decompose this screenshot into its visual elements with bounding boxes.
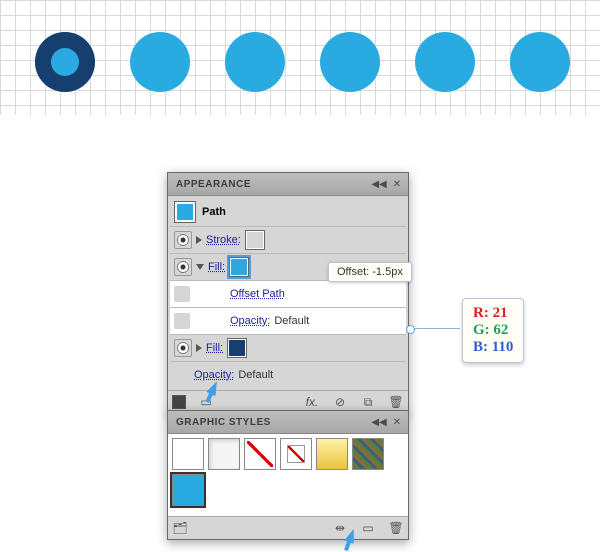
object-type-label: Path [202, 206, 226, 218]
expand-icon[interactable] [196, 344, 202, 352]
duplicate-icon[interactable]: ⧉ [360, 394, 376, 410]
fill1-swatch[interactable] [229, 257, 249, 277]
fill-label[interactable]: Fill: [208, 261, 225, 273]
graphic-styles-footer: 🗂 ⇹ ▭ 🗑 [168, 516, 408, 539]
style-none[interactable] [244, 438, 276, 470]
stroke-label[interactable]: Stroke: [206, 234, 241, 246]
new-style-icon[interactable]: ▭ [360, 520, 376, 536]
r-label: R: [473, 305, 489, 321]
stroke-swatch-none[interactable] [245, 230, 265, 250]
visibility-toggle[interactable] [174, 258, 192, 276]
disallow-icon[interactable] [172, 395, 186, 409]
visibility-toggle[interactable] [174, 339, 192, 357]
appearance-head-row: Path [170, 198, 406, 226]
opacity-value: Default [274, 315, 309, 327]
dot-plain[interactable] [130, 32, 190, 92]
r-value: 21 [493, 305, 508, 321]
graphic-styles-title: GRAPHIC STYLES [176, 417, 271, 428]
collapse-icon[interactable]: ◀◀ [372, 415, 386, 429]
indent [174, 286, 190, 302]
fill1-opacity-row[interactable]: Opacity: Default [170, 307, 406, 334]
style-white[interactable] [208, 438, 240, 470]
artboard-grid [0, 0, 600, 115]
graphic-styles-panel: GRAPHIC STYLES ◀◀ ✕ 🗂 ⇹ ▭ 🗑 [167, 410, 409, 540]
style-texture[interactable] [352, 438, 384, 470]
style-cyan-selected[interactable] [172, 474, 204, 506]
leader-line [410, 328, 460, 329]
opacity-label[interactable]: Opacity: [230, 315, 270, 327]
offset-path-row[interactable]: Offset Path [170, 280, 406, 307]
fill-label[interactable]: Fill: [206, 342, 223, 354]
styles-grid [168, 434, 408, 516]
dot-plain[interactable] [510, 32, 570, 92]
b-label: B: [473, 339, 488, 355]
object-opacity-row[interactable]: Opacity: Default [170, 361, 406, 388]
appearance-panel-titlebar[interactable]: APPEARANCE ◀◀ ✕ [168, 173, 408, 196]
b-value: 110 [492, 339, 514, 355]
style-gold[interactable] [316, 438, 348, 470]
style-none-bordered[interactable] [280, 438, 312, 470]
graphic-styles-titlebar[interactable]: GRAPHIC STYLES ◀◀ ✕ [168, 411, 408, 434]
style-blank[interactable] [172, 438, 204, 470]
dot-plain[interactable] [320, 32, 380, 92]
fill2-swatch[interactable] [227, 338, 247, 358]
collapse-icon[interactable]: ◀◀ [372, 177, 386, 191]
appearance-panel: APPEARANCE ◀◀ ✕ Path Stroke: Fill: [167, 172, 409, 414]
g-value: 62 [493, 322, 508, 338]
close-icon[interactable]: ✕ [390, 177, 404, 191]
trash-icon[interactable]: 🗑 [388, 394, 404, 410]
g-label: G: [473, 322, 490, 338]
indent [174, 313, 190, 329]
offset-tooltip-text: Offset: -1.5px [337, 266, 403, 278]
visibility-toggle[interactable] [174, 231, 192, 249]
close-icon[interactable]: ✕ [390, 415, 404, 429]
offset-path-label[interactable]: Offset Path [230, 288, 285, 300]
collapse-icon[interactable] [196, 264, 204, 270]
libraries-icon[interactable]: 🗂 [172, 520, 188, 536]
fill2-row[interactable]: Fill: [170, 334, 406, 361]
dot-ring[interactable] [35, 32, 95, 92]
rgb-callout: R: 21 G: 62 B: 110 [462, 298, 524, 363]
stroke-row[interactable]: Stroke: [170, 226, 406, 253]
dot-row [35, 32, 570, 92]
object-swatch[interactable] [174, 201, 196, 223]
clear-icon[interactable]: ⊘ [332, 394, 348, 410]
trash-icon[interactable]: 🗑 [388, 520, 404, 536]
opacity-value: Default [238, 369, 273, 381]
indent [174, 367, 190, 383]
offset-tooltip: Offset: -1.5px [328, 262, 412, 282]
dot-plain[interactable] [415, 32, 475, 92]
appearance-panel-title: APPEARANCE [176, 179, 251, 190]
expand-icon[interactable] [196, 236, 202, 244]
fx-icon[interactable]: fx. [304, 394, 320, 410]
dot-plain[interactable] [225, 32, 285, 92]
